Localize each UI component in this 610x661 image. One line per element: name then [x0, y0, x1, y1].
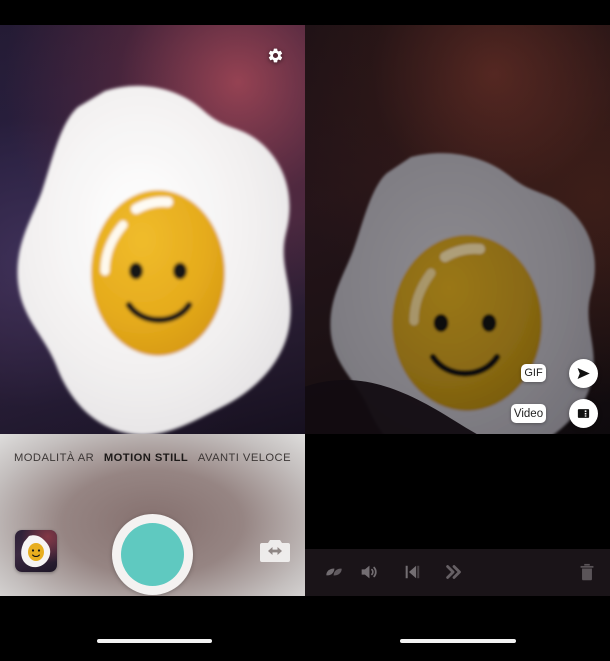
loop-mode-toggle[interactable]	[399, 558, 427, 586]
settings-button[interactable]	[263, 43, 287, 67]
screenshot-root: MODALITÀ AR MOTION STILL AVANTI VELOCE G…	[0, 0, 610, 661]
fast-forward-icon	[446, 565, 461, 579]
right-phone-panel: GIF Video	[305, 25, 610, 596]
fried-egg-thumbnail-icon	[21, 535, 51, 568]
delete-button[interactable]	[573, 558, 601, 586]
mode-fast-forward[interactable]: AVANTI VELOCE	[198, 452, 291, 464]
mode-ar[interactable]: MODALITÀ AR	[14, 452, 94, 464]
shutter-inner	[121, 523, 184, 586]
loop-bounce-icon	[405, 565, 420, 579]
home-indicator-left[interactable]	[97, 639, 212, 643]
preview-subject	[305, 25, 610, 434]
trash-icon	[580, 563, 594, 581]
fried-egg-illustration	[17, 85, 291, 434]
gear-icon	[268, 48, 282, 62]
audio-toggle[interactable]	[355, 558, 383, 586]
send-icon	[577, 368, 590, 379]
stabilize-toggle[interactable]	[320, 558, 348, 586]
left-phone-panel: MODALITÀ AR MOTION STILL AVANTI VELOCE	[0, 25, 305, 596]
volume-speaker-icon	[361, 565, 377, 579]
stabilize-leaf-icon	[326, 568, 342, 576]
preview-foreground-shadow	[305, 379, 477, 434]
home-indicator-right[interactable]	[400, 639, 516, 643]
camera-control-bar: MODALITÀ AR MOTION STILL AVANTI VELOCE	[0, 434, 305, 596]
shutter-button[interactable]	[112, 514, 193, 595]
bottom-black-area	[0, 596, 610, 661]
mode-selector: MODALITÀ AR MOTION STILL AVANTI VELOCE	[0, 452, 305, 464]
viewfinder-subject	[0, 25, 305, 434]
capture-preview[interactable]: GIF Video	[305, 25, 610, 434]
flip-camera-button[interactable]	[259, 538, 291, 564]
share-send-button[interactable]	[569, 359, 598, 388]
film-strip-icon	[577, 409, 590, 418]
status-bar-black	[0, 0, 610, 25]
flip-camera-icon	[260, 540, 290, 562]
preview-toolbar	[305, 549, 610, 596]
export-gif-chip[interactable]: GIF	[521, 364, 546, 382]
speed-toggle[interactable]	[440, 558, 468, 586]
gallery-thumbnail-button[interactable]	[15, 530, 57, 572]
mode-motion-still[interactable]: MOTION STILL	[104, 452, 188, 464]
camera-viewfinder[interactable]	[0, 25, 305, 434]
export-video-chip[interactable]: Video	[511, 404, 546, 423]
export-video-button[interactable]	[569, 399, 598, 428]
